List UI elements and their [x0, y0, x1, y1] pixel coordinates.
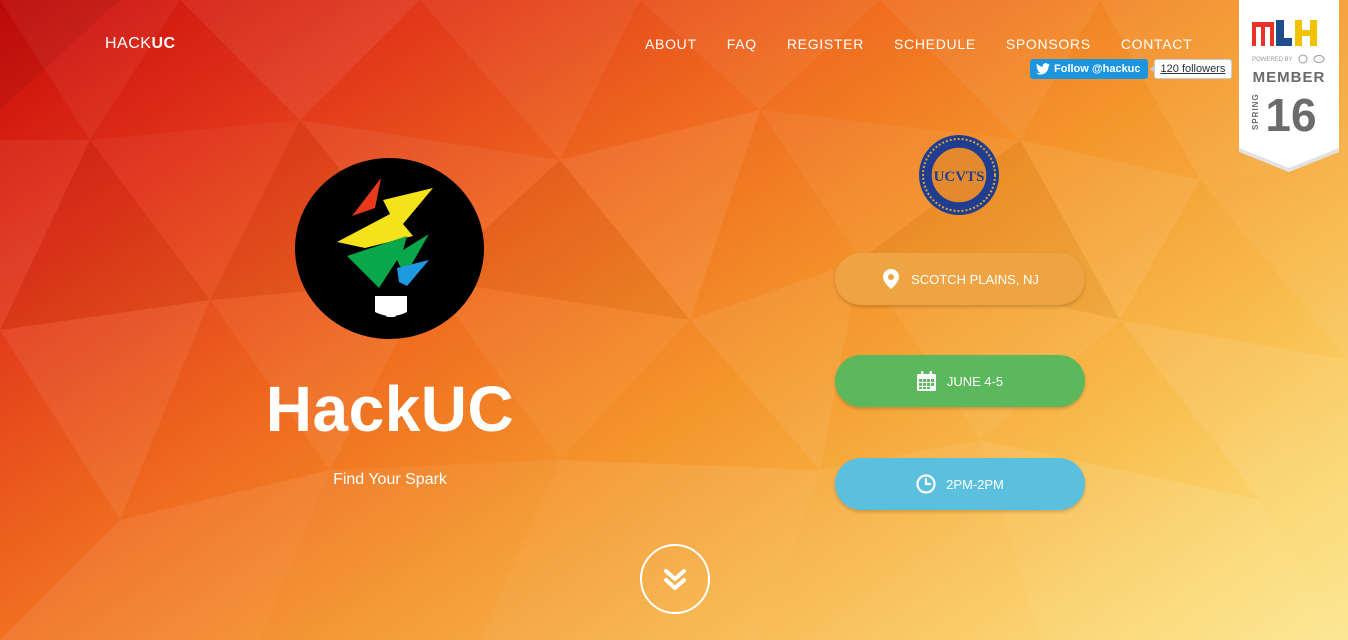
mlh-year-label: 16 [1265, 89, 1316, 141]
ucvts-seal-graphic: UCVTS [919, 135, 999, 215]
clock-icon [916, 474, 936, 494]
nav-item-contact[interactable]: CONTACT [1121, 36, 1193, 52]
twitter-follow-button[interactable]: Follow @hackuc [1030, 59, 1148, 79]
location-label: SCOTCH PLAINS, NJ [911, 271, 1039, 287]
brand-prefix: HACK [105, 35, 152, 52]
twitter-follower-count[interactable]: 120 followers [1149, 59, 1233, 79]
double-chevron-down-icon [664, 569, 686, 590]
hero-title: HackUC [265, 373, 515, 445]
nav-item-register[interactable]: REGISTER [787, 36, 864, 52]
ucvts-seal: UCVTS [918, 134, 1000, 216]
twitter-bird-icon [1036, 63, 1050, 75]
mlh-powered-by: POWERED BY [1252, 57, 1293, 63]
calendar-icon [917, 371, 937, 391]
location-pill[interactable]: SCOTCH PLAINS, NJ [835, 253, 1085, 305]
lightbulb-spark-icon [337, 178, 433, 317]
nav-item-about[interactable]: ABOUT [645, 36, 697, 52]
mlh-member-badge[interactable]: POWERED BY MEMBER SPRING 16 [1239, 0, 1339, 172]
hero-tagline: Find Your Spark [333, 471, 447, 488]
main-nav: ABOUT FAQ REGISTER SCHEDULE SPONSORS CON… [645, 36, 1222, 52]
nav-item-sponsors[interactable]: SPONSORS [1006, 36, 1091, 52]
date-pill[interactable]: JUNE 4-5 [835, 355, 1085, 407]
twitter-follow-label: Follow @hackuc [1054, 63, 1141, 75]
scroll-down-button[interactable] [640, 544, 710, 614]
mlh-season-label: SPRING [1251, 93, 1260, 130]
mlh-member-label: MEMBER [1253, 69, 1326, 86]
time-label: 2PM-2PM [946, 476, 1004, 492]
nav-item-schedule[interactable]: SCHEDULE [894, 36, 976, 52]
brand-suffix: UC [151, 35, 176, 52]
mlh-badge-graphic: POWERED BY MEMBER SPRING 16 [1239, 0, 1339, 172]
date-label: JUNE 4-5 [946, 373, 1004, 389]
map-pin-icon [881, 269, 901, 289]
ucvts-seal-text: UCVTS [934, 169, 985, 185]
twitter-follow-widget: Follow @hackuc 120 followers [1030, 59, 1233, 79]
hackuc-logo [295, 158, 484, 339]
nav-item-faq[interactable]: FAQ [727, 36, 757, 52]
time-pill[interactable]: 2PM-2PM [835, 458, 1085, 510]
brand-logo-link[interactable]: HACKUC [105, 35, 176, 53]
